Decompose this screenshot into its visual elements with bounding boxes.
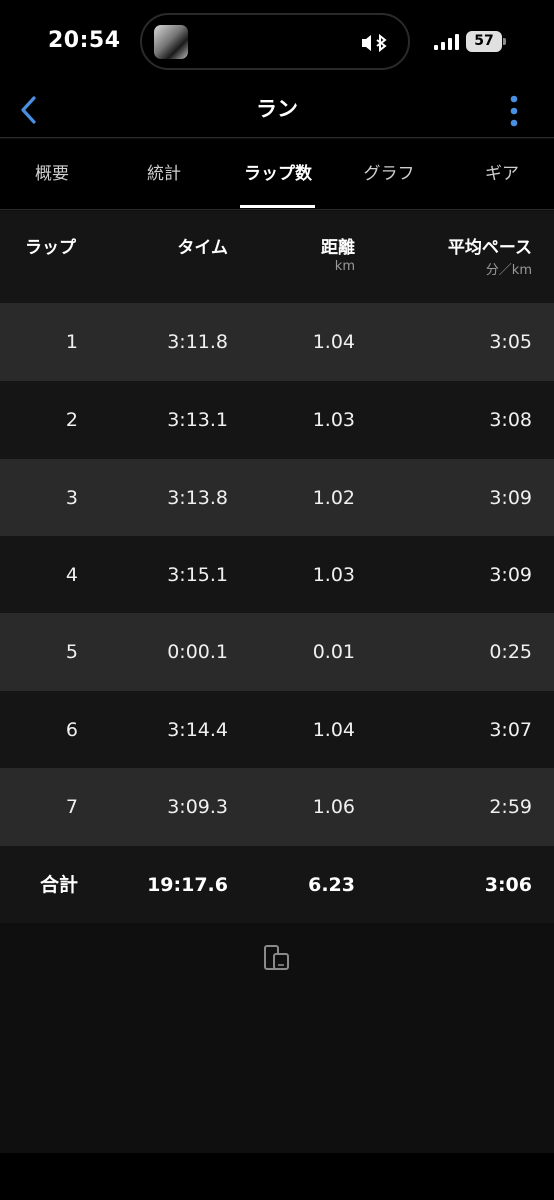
lap-distance: 1.03 — [312, 409, 355, 431]
lap-pace: 2:59 — [489, 796, 532, 818]
lap-time: 3:14.4 — [167, 719, 228, 741]
dynamic-island[interactable] — [140, 13, 410, 70]
lap-pace: 0:25 — [489, 641, 532, 663]
lap-number: 6 — [65, 719, 78, 741]
bluetooth-icon — [362, 33, 387, 53]
table-row[interactable]: 2 3:13.1 1.03 3:08 — [0, 381, 554, 459]
tab-bar: 概要 統計 ラップ数 グラフ ギア — [0, 139, 554, 210]
status-time: 20:54 — [48, 28, 121, 53]
lap-number: 7 — [65, 796, 78, 818]
column-header-time: タイム — [177, 238, 228, 258]
lap-distance: 1.04 — [312, 331, 355, 353]
lap-distance: 1.02 — [312, 487, 355, 509]
lap-time: 3:15.1 — [167, 564, 228, 586]
lap-number: 1 — [65, 331, 78, 353]
lap-number: 2 — [65, 409, 78, 431]
lap-number: 4 — [65, 564, 78, 586]
home-indicator-area — [0, 1153, 554, 1200]
lap-time: 3:11.8 — [167, 331, 228, 353]
lap-pace: 3:09 — [489, 487, 532, 509]
laps-table-header: ラップ タイム 距離 km 平均ペース 分／km — [0, 211, 554, 303]
column-header-pace: 平均ペース — [447, 238, 532, 258]
lap-number: 3 — [65, 487, 78, 509]
lap-distance: 0.01 — [312, 641, 355, 663]
tab-overview[interactable]: 概要 — [0, 139, 104, 210]
tab-stats[interactable]: 統計 — [112, 139, 216, 210]
lap-number: 5 — [65, 641, 78, 663]
column-unit-pace: 分／km — [485, 263, 532, 278]
tab-laps[interactable]: ラップ数 — [226, 139, 330, 210]
status-bar: 20:54 57 — [0, 0, 554, 86]
column-unit-distance: km — [334, 259, 355, 274]
table-row[interactable]: 7 3:09.3 1.06 2:59 — [0, 768, 554, 846]
table-row[interactable]: 1 3:11.8 1.04 3:05 — [0, 303, 554, 381]
cellular-signal-icon — [434, 34, 459, 50]
lap-distance: 1.06 — [312, 796, 355, 818]
lap-pace: 3:07 — [489, 719, 532, 741]
device-sync-icon[interactable] — [263, 944, 291, 972]
table-row[interactable]: 6 3:14.4 1.04 3:07 — [0, 691, 554, 769]
column-header-distance: 距離 — [321, 238, 355, 258]
activity-laps-screen: 20:54 57 ラン 概要 統計 ラップ数 グラフ ギア ラップ タイム 距離… — [0, 0, 554, 1200]
lap-time: 3:13.8 — [167, 487, 228, 509]
total-distance: 6.23 — [308, 874, 355, 896]
now-playing-thumbnail-icon — [154, 25, 188, 59]
total-pace: 3:06 — [484, 874, 532, 896]
column-header-lap: ラップ — [25, 238, 76, 258]
lap-time: 0:00.1 — [167, 641, 228, 663]
total-time: 19:17.6 — [147, 874, 228, 896]
lap-pace: 3:08 — [489, 409, 532, 431]
table-total-row: 合計 19:17.6 6.23 3:06 — [0, 846, 554, 924]
vertical-dots-icon[interactable] — [500, 92, 528, 130]
battery-tip — [503, 38, 506, 45]
navigation-bar: ラン — [0, 86, 554, 138]
tab-graph[interactable]: グラフ — [337, 139, 441, 210]
total-label: 合計 — [39, 874, 78, 896]
battery-icon: 57 — [466, 31, 502, 52]
table-row[interactable]: 3 3:13.8 1.02 3:09 — [0, 459, 554, 537]
page-title: ラン — [256, 97, 298, 121]
lap-pace: 3:05 — [489, 331, 532, 353]
lap-distance: 1.04 — [312, 719, 355, 741]
table-row[interactable]: 4 3:15.1 1.03 3:09 — [0, 536, 554, 614]
tab-gear[interactable]: ギア — [450, 139, 554, 210]
lap-time: 3:09.3 — [167, 796, 228, 818]
lap-distance: 1.03 — [312, 564, 355, 586]
active-tab-indicator — [240, 205, 315, 208]
lap-time: 3:13.1 — [167, 409, 228, 431]
lap-pace: 3:09 — [489, 564, 532, 586]
table-row[interactable]: 5 0:00.1 0.01 0:25 — [0, 613, 554, 691]
